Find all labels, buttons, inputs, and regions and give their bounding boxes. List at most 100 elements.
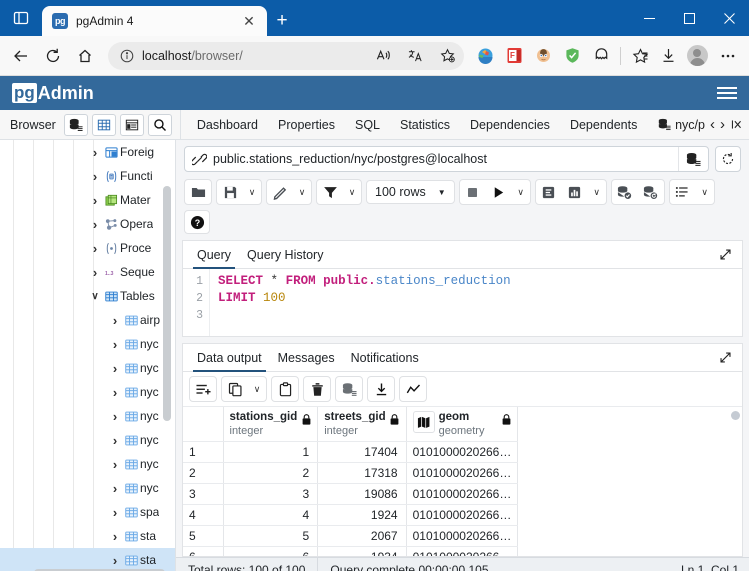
back-arrow-icon[interactable]	[6, 41, 36, 71]
commit-icon[interactable]	[612, 180, 638, 204]
tree-item-airp[interactable]: › airp	[0, 308, 175, 332]
tree-item-nyc[interactable]: › nyc	[0, 356, 175, 380]
session-next-button[interactable]: ›	[720, 116, 725, 133]
chevron-right-icon[interactable]: ›	[108, 409, 122, 424]
chevron-right-icon[interactable]: ›	[108, 481, 122, 496]
result-grid[interactable]: stations_gid integer streets_gid integer…	[183, 407, 519, 556]
tab-statistics[interactable]: Statistics	[390, 110, 460, 140]
cell-geom[interactable]: 0101000020266…	[406, 546, 519, 556]
row-number[interactable]: 5	[183, 525, 224, 547]
stop-icon[interactable]	[460, 180, 486, 204]
table-row[interactable]: 3 3 19086 0101000020266…	[183, 483, 519, 505]
search-icon[interactable]	[147, 113, 172, 136]
cell-streets-gid[interactable]: 17404	[317, 441, 407, 463]
tab-search-icon[interactable]	[0, 0, 42, 36]
chevron-right-icon[interactable]: ›	[88, 145, 102, 160]
chevron-right-icon[interactable]: ›	[88, 217, 102, 232]
url-bar[interactable]: localhost/browser/	[108, 41, 464, 70]
close-icon[interactable]: ✕	[239, 11, 259, 31]
cell-geom[interactable]: 0101000020266…	[406, 483, 519, 505]
tree-item-sta[interactable]: › sta	[0, 524, 175, 548]
home-icon[interactable]	[70, 41, 100, 71]
cell-streets-gid[interactable]: 1934	[317, 546, 407, 556]
table-row[interactable]: 4 4 1924 0101000020266…	[183, 504, 519, 526]
grid-icon[interactable]	[91, 113, 116, 136]
table-row[interactable]: 5 5 2067 0101000020266…	[183, 525, 519, 547]
tree-item-tables[interactable]: ∨ Tables	[0, 284, 175, 308]
chevron-right-icon[interactable]: ›	[108, 361, 122, 376]
sql-editor[interactable]: 1 2 3 SELECT * FROM public.stations_redu…	[183, 269, 742, 336]
hamburger-menu-icon[interactable]	[717, 87, 737, 99]
session-tab[interactable]: nyc/p	[658, 118, 705, 132]
tree-item-nyc[interactable]: › nyc	[0, 476, 175, 500]
tree-item-mater[interactable]: › Mater	[0, 188, 175, 212]
chevron-down-icon[interactable]: ∨	[88, 291, 102, 302]
execute-caret-icon[interactable]: ∨	[512, 180, 530, 204]
add-favorite-icon[interactable]	[434, 44, 460, 68]
tree-item-proce[interactable]: › Proce	[0, 236, 175, 260]
tab-query[interactable]: Query	[189, 241, 239, 269]
cell-streets-gid[interactable]: 1924	[317, 504, 407, 526]
expand-panel-icon[interactable]	[714, 248, 736, 261]
tab-messages[interactable]: Messages	[270, 344, 343, 372]
row-number[interactable]: 1	[183, 441, 224, 463]
explain-analyze-icon[interactable]	[562, 180, 588, 204]
cell-geom[interactable]: 0101000020266…	[406, 504, 519, 526]
downloads-icon[interactable]	[655, 43, 681, 69]
cell-geom[interactable]: 0101000020266…	[406, 462, 519, 484]
close-tab-icon[interactable]	[730, 118, 743, 131]
read-aloud-icon[interactable]	[370, 44, 396, 68]
row-number[interactable]: 4	[183, 504, 224, 526]
chevron-right-icon[interactable]: ›	[108, 433, 122, 448]
table-row[interactable]: 6619340101000020266…	[183, 546, 519, 556]
ghostery-icon[interactable]	[588, 43, 614, 69]
edit-caret-icon[interactable]: ∨	[293, 180, 311, 204]
column-header-stations-gid[interactable]: stations_gid integer	[223, 407, 319, 442]
macros-caret-icon[interactable]: ∨	[696, 180, 714, 204]
chevron-right-icon[interactable]: ›	[108, 385, 122, 400]
row-number[interactable]: 6	[183, 546, 224, 556]
chevron-right-icon[interactable]: ›	[88, 193, 102, 208]
tab-notifications[interactable]: Notifications	[343, 344, 427, 372]
chevron-right-icon[interactable]: ›	[108, 505, 122, 520]
cell-geom[interactable]: 0101000020266…	[406, 441, 519, 463]
chevron-right-icon[interactable]: ›	[108, 553, 122, 568]
pdf-editor-icon[interactable]: F	[501, 43, 527, 69]
rollback-icon[interactable]	[638, 180, 664, 204]
tree-item-nyc[interactable]: › nyc	[0, 404, 175, 428]
session-prev-button[interactable]: ‹	[710, 116, 715, 133]
graph-visualiser-icon[interactable]	[400, 377, 426, 401]
cell-streets-gid[interactable]: 19086	[317, 483, 407, 505]
save-file-caret-icon[interactable]: ∨	[243, 180, 261, 204]
copy-caret-icon[interactable]: ∨	[248, 377, 266, 401]
sidebar-vertical-scrollbar[interactable]	[163, 186, 171, 421]
download-csv-icon[interactable]	[368, 377, 394, 401]
object-explorer-icon[interactable]	[63, 113, 88, 136]
explain-icon[interactable]	[536, 180, 562, 204]
delete-row-icon[interactable]	[304, 377, 330, 401]
tree-item-seque[interactable]: › 1..3 Seque	[0, 260, 175, 284]
edit-icon[interactable]	[267, 180, 293, 204]
tree-item-nyc[interactable]: › nyc	[0, 380, 175, 404]
reset-icon[interactable]	[715, 146, 741, 172]
chevron-right-icon[interactable]: ›	[88, 265, 102, 280]
cell-stations-gid[interactable]: 4	[223, 504, 319, 526]
filter-caret-icon[interactable]: ∨	[343, 180, 361, 204]
table-row[interactable]: 1 1 17404 0101000020266…	[183, 441, 519, 463]
object-browser-tree[interactable]: › Foreig › Functi › Mater › Opera › Proce › 1..3 Seq…	[0, 140, 176, 571]
column-header-geom[interactable]: geom geometry	[406, 407, 519, 442]
macros-icon[interactable]	[670, 180, 696, 204]
tree-item-foreig[interactable]: › Foreig	[0, 140, 175, 164]
chevron-right-icon[interactable]: ›	[108, 457, 122, 472]
cell-streets-gid[interactable]: 2067	[317, 525, 407, 547]
tree-item-nyc[interactable]: › nyc	[0, 428, 175, 452]
copy-icon[interactable]	[222, 377, 248, 401]
favorites-icon[interactable]	[627, 43, 653, 69]
cell-stations-gid[interactable]: 6	[223, 546, 319, 556]
cell-stations-gid[interactable]: 2	[223, 462, 319, 484]
result-grid-container[interactable]: stations_gid integer streets_gid integer…	[183, 406, 742, 556]
tree-item-nyc[interactable]: › nyc	[0, 332, 175, 356]
properties-icon[interactable]	[119, 113, 144, 136]
column-header-streets-gid[interactable]: streets_gid integer	[317, 407, 407, 442]
close-window-icon[interactable]	[709, 0, 749, 36]
